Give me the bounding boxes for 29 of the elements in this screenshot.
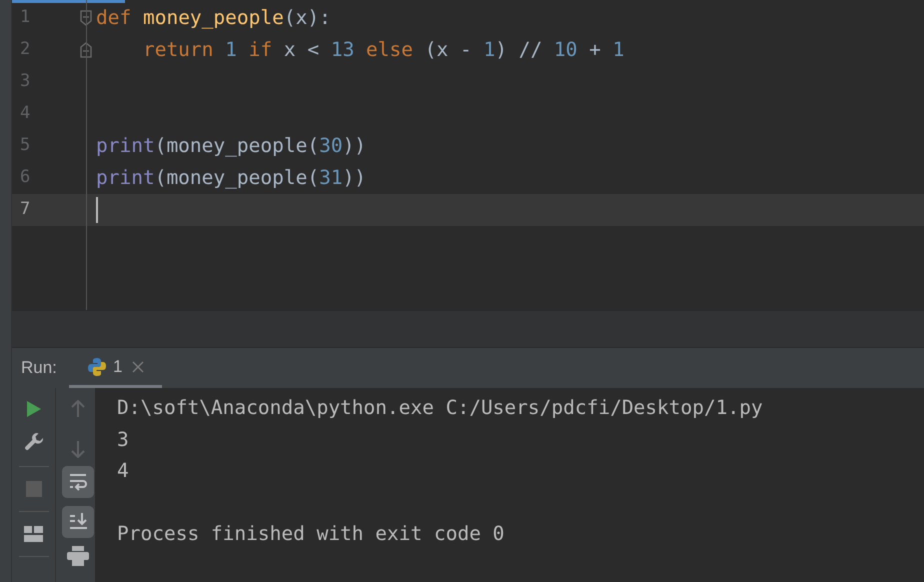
run-icon[interactable]	[26, 400, 42, 418]
line-number: 7	[20, 198, 30, 222]
code-line: print(money_people(30))	[96, 133, 366, 160]
code-line: print(money_people(31))	[96, 165, 366, 192]
console-line: 4	[117, 458, 129, 484]
layout-icon[interactable]	[24, 526, 43, 542]
code-line: def money_people(x):	[96, 5, 331, 32]
close-icon[interactable]	[132, 360, 144, 372]
scroll-to-end-icon[interactable]	[62, 506, 94, 538]
fold-end-icon[interactable]	[80, 42, 92, 58]
code-line: return 1 if x < 13 else (x - 1) // 10 + 1	[142, 37, 624, 64]
console-line: 3	[117, 426, 129, 453]
python-icon	[87, 356, 107, 376]
printer-icon[interactable]	[66, 546, 88, 566]
wrench-icon[interactable]	[24, 432, 44, 452]
up-arrow-icon[interactable]	[70, 400, 84, 418]
line-number: 4	[20, 102, 30, 126]
line-number: 6	[20, 166, 30, 190]
console-line: Process finished with exit code 0	[117, 521, 504, 548]
line-number: 5	[20, 134, 30, 158]
line-number: 3	[20, 70, 30, 94]
soft-wrap-icon[interactable]	[62, 466, 94, 498]
line-number: 1	[20, 6, 30, 30]
console-line: D:\soft\Anaconda\python.exe C:/Users/pdcfi/Desktop/1.py	[117, 395, 763, 422]
text-cursor	[96, 197, 98, 223]
fold-icon[interactable]	[80, 10, 92, 26]
run-label: Run:	[20, 357, 58, 380]
down-arrow-icon[interactable]	[70, 440, 84, 458]
line-number: 2	[20, 38, 30, 62]
